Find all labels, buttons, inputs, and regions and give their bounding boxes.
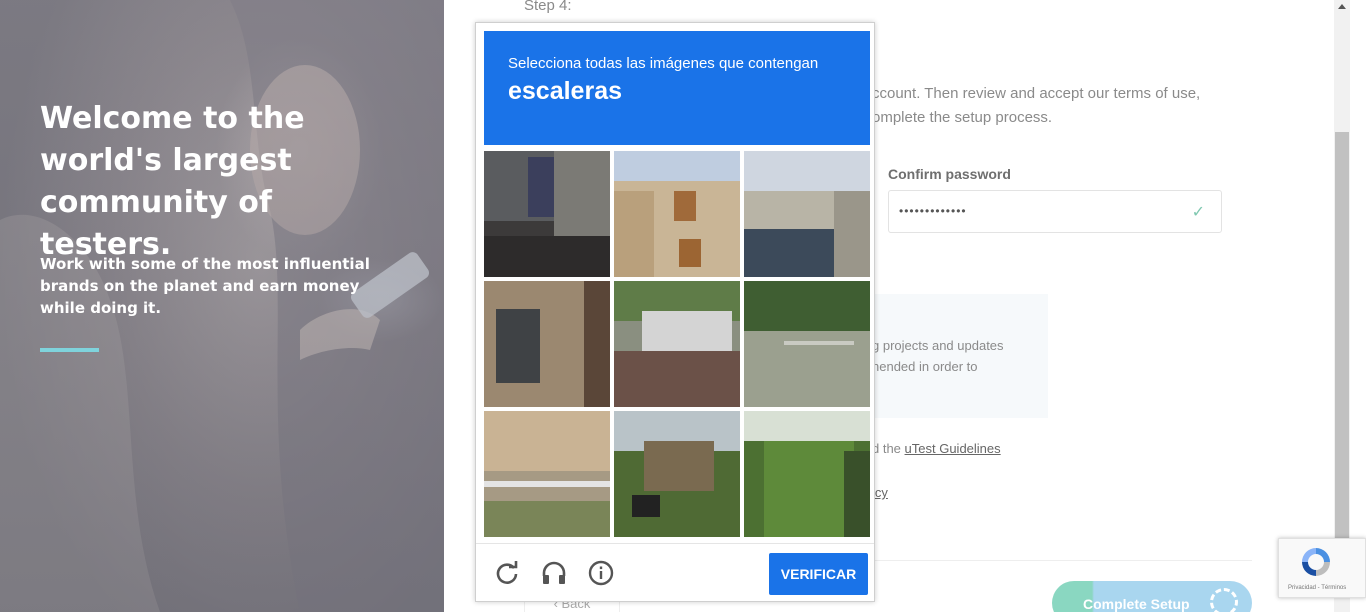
complete-setup-label: Complete Setup [1083, 596, 1190, 612]
window-edge [1350, 0, 1366, 612]
confirm-password-value: ••••••••••••• [899, 204, 967, 218]
info-icon[interactable] [588, 560, 614, 586]
captcha-keyword: escaleras [508, 77, 623, 105]
scroll-up-arrow-icon[interactable] [1338, 4, 1346, 9]
captcha-instruction: Selecciona todas las imágenes que conten… [508, 55, 819, 72]
recaptcha-badge[interactable]: Privacidad - Términos [1278, 538, 1366, 598]
captcha-tile[interactable] [744, 411, 870, 537]
notice-text: g projects and updates nended in order t… [872, 338, 1004, 374]
captcha-tile[interactable] [484, 411, 610, 537]
confirm-password-field[interactable]: ••••••••••••• ✓ [888, 190, 1222, 233]
page-scrollbar[interactable] [1334, 0, 1350, 612]
recaptcha-logo-icon [1302, 548, 1330, 576]
step-label: Step 4: [524, 0, 572, 14]
captcha-tile[interactable] [484, 281, 610, 407]
audio-icon[interactable] [541, 560, 567, 586]
hero-title: Welcome to the world's largest community… [40, 101, 305, 262]
captcha-tile[interactable] [614, 411, 740, 537]
recaptcha-terms[interactable]: Privacidad - Términos [1288, 585, 1346, 591]
captcha-tile[interactable] [744, 151, 870, 277]
captcha-tile[interactable] [744, 281, 870, 407]
captcha-image-grid [484, 151, 870, 537]
reload-icon[interactable] [494, 560, 520, 586]
captcha-footer: VERIFICAR [476, 543, 874, 601]
captcha-tile[interactable] [614, 281, 740, 407]
confirm-password-label: Confirm password [888, 166, 1011, 182]
hero-panel: Welcome to the world's largest community… [0, 0, 444, 612]
hero-subtitle: Work with some of the most influential b… [40, 255, 370, 317]
valid-check-icon: ✓ [1191, 204, 1205, 221]
complete-setup-button[interactable]: Complete Setup [1052, 581, 1252, 612]
captcha-tile[interactable] [614, 151, 740, 277]
hero-divider [40, 348, 99, 352]
captcha-tile[interactable] [484, 151, 610, 277]
captcha-header: Selecciona todas las imágenes que conten… [484, 31, 870, 145]
verify-button[interactable]: VERIFICAR [769, 553, 868, 595]
guidelines-link[interactable]: uTest Guidelines [905, 441, 1001, 456]
scroll-thumb[interactable] [1335, 132, 1349, 542]
guidelines-text: d the uTest Guidelines [872, 441, 1001, 456]
loading-spinner-icon [1210, 588, 1238, 612]
intro-text: ccount. Then review and accept our terms… [872, 85, 1201, 126]
guidelines-prefix: d the [872, 441, 905, 456]
captcha-dialog: Selecciona todas las imágenes que conten… [475, 22, 875, 602]
